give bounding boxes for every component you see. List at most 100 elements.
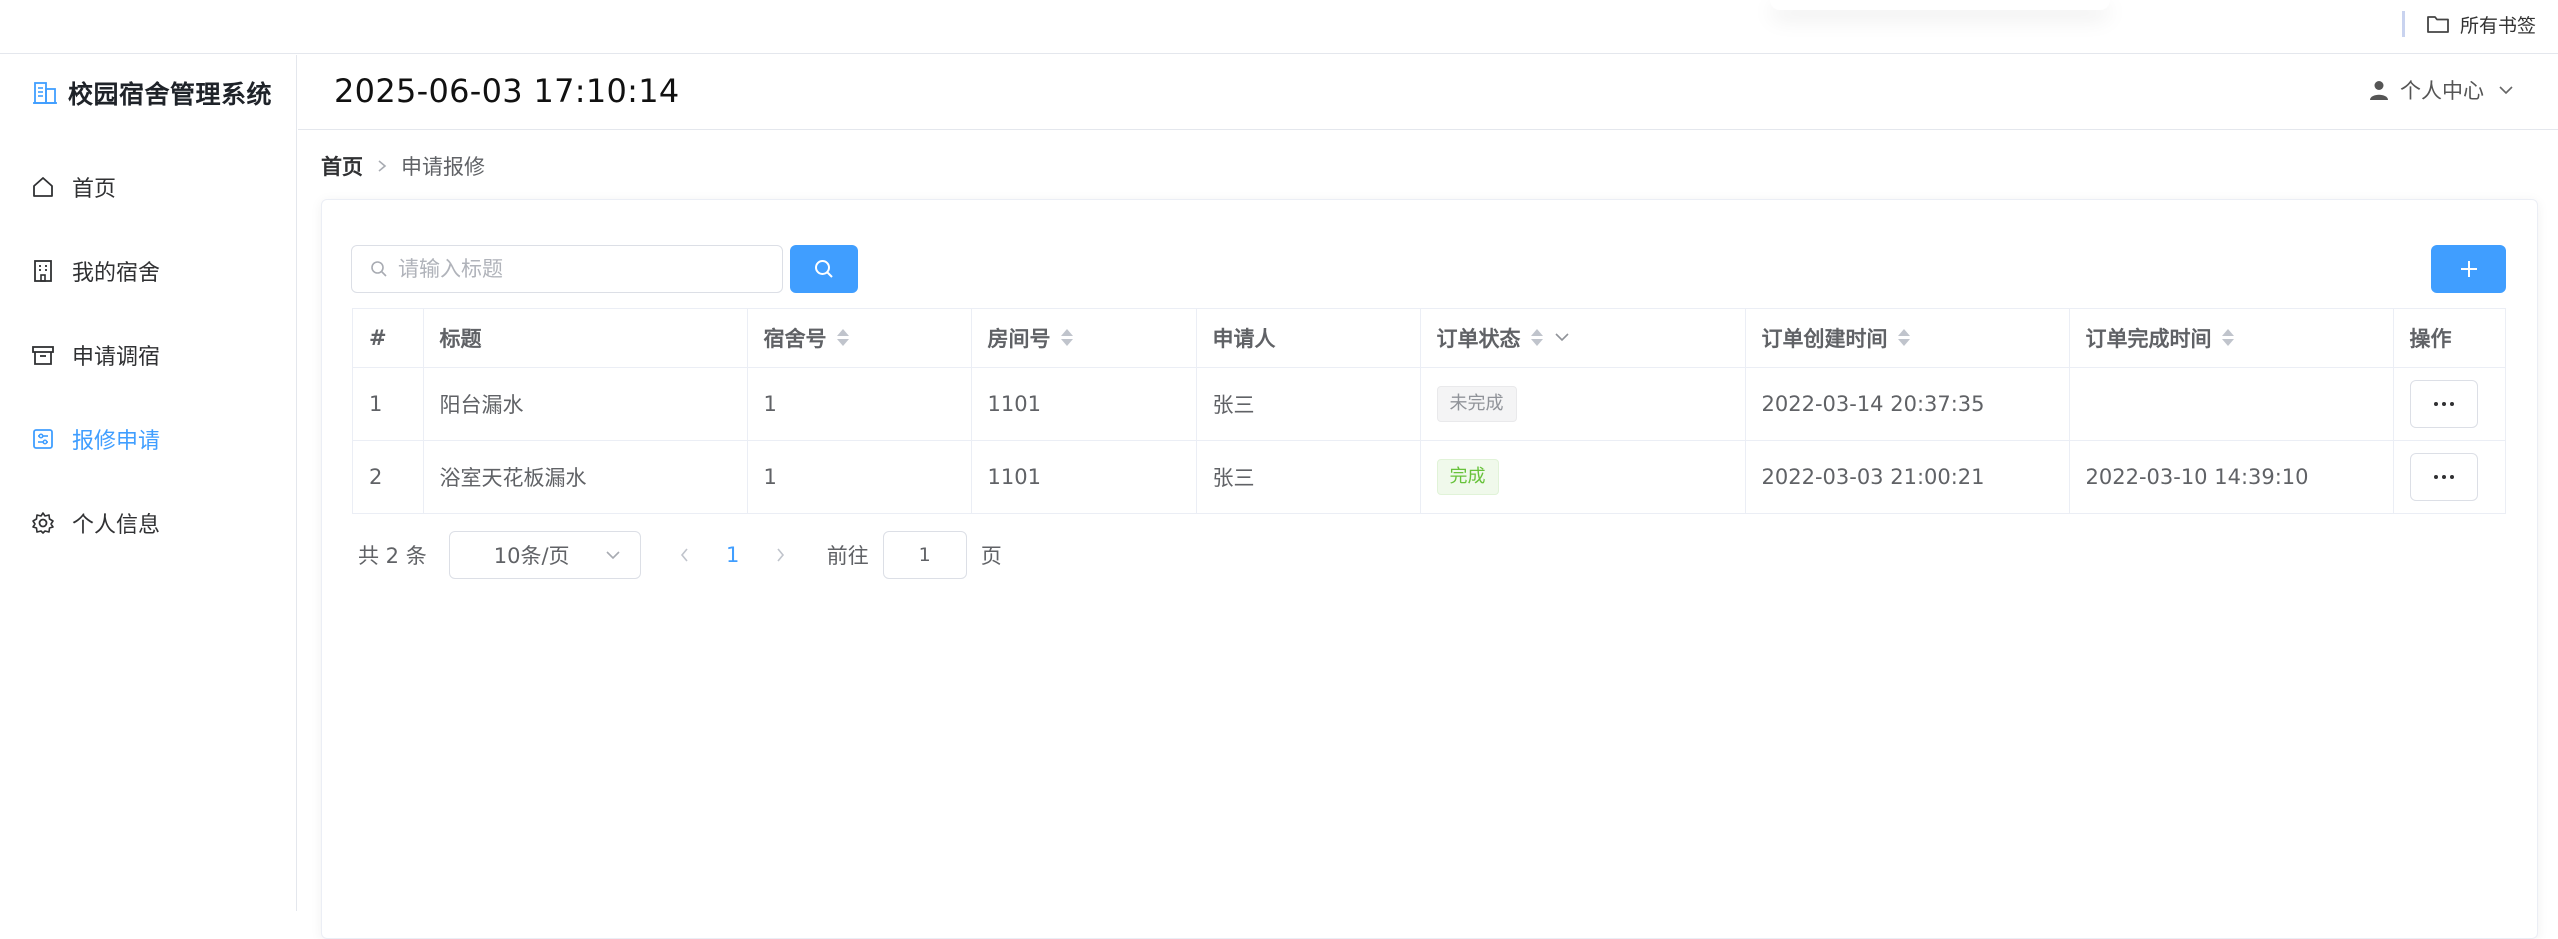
top-header: 2025-06-03 17:10:14 个人中心 (298, 55, 2558, 130)
column-header-label: 订单创建时间 (1761, 326, 1888, 351)
column-header-status[interactable]: 订单状态 (1420, 309, 1746, 368)
sort-icon[interactable] (2221, 329, 2234, 347)
cell-actions (2393, 367, 2505, 441)
sort-icon[interactable] (1060, 329, 1073, 347)
table-row: 1 阳台漏水 1 1101 张三 未完成 2022-03-14 20:37:35 (353, 367, 2505, 441)
column-header-applicant: 申请人 (1196, 309, 1421, 368)
cell-status: 完成 (1420, 440, 1746, 513)
cell-index: 1 (353, 367, 424, 441)
filter-chevron-down-icon[interactable] (1554, 333, 1569, 342)
table-header-row: # 标题 宿舍号 房间号 申请人 订单状态 订单创建时间 订单完成时间 操作 (353, 309, 2505, 368)
app-title: 校园宿舍管理系统 (68, 80, 273, 109)
sidebar-item-label: 首页 (72, 177, 117, 202)
page-size-select[interactable]: 10条/页 (448, 531, 641, 579)
search-input[interactable] (398, 257, 778, 281)
more-actions-button[interactable] (2409, 379, 2478, 428)
cell-finished (2069, 367, 2394, 441)
breadcrumb-home[interactable]: 首页 (321, 151, 363, 181)
tab-shadow (1770, 0, 2110, 10)
breadcrumb: 首页 申请报修 (321, 151, 485, 181)
sidebar-item-my-dorm[interactable]: 我的宿舍 (0, 229, 296, 313)
sort-icon[interactable] (1530, 329, 1543, 347)
sidebar-item-label: 申请调宿 (72, 345, 161, 370)
ellipsis-icon (2433, 401, 2438, 406)
column-header-actions: 操作 (2393, 309, 2505, 368)
cell-title: 浴室天花板漏水 (423, 440, 748, 513)
gear-icon (30, 510, 56, 536)
column-header-label: 宿舍号 (763, 326, 827, 351)
cell-room: 1101 (971, 440, 1197, 513)
column-header-title: 标题 (423, 309, 748, 368)
repair-table: # 标题 宿舍号 房间号 申请人 订单状态 订单创建时间 订单完成时间 操作 1… (352, 308, 2506, 514)
browser-bookmark-bar: 所有书签 (0, 0, 2558, 54)
cell-created: 2022-03-03 21:00:21 (1745, 440, 2070, 513)
sort-icon[interactable] (1897, 329, 1910, 347)
prev-page-button[interactable] (661, 548, 709, 562)
search-icon (815, 260, 833, 278)
add-button[interactable] (2431, 245, 2506, 293)
cell-title: 阳台漏水 (423, 367, 748, 441)
building-logo-icon (33, 82, 57, 104)
search-icon (371, 261, 387, 277)
sidebar-menu: 首页 我的宿舍 申请调宿 报修申请 个人信息 (0, 145, 296, 565)
column-header-finished[interactable]: 订单完成时间 (2069, 309, 2394, 368)
bookmark-separator (2402, 11, 2405, 37)
goto-page-input[interactable] (882, 531, 967, 579)
chevron-down-icon (606, 550, 620, 559)
pagination: 共 2 条 10条/页 1 前往 页 (358, 531, 1002, 579)
brand: 校园宿舍管理系统 (32, 75, 272, 111)
table-row: 2 浴室天花板漏水 1 1101 张三 完成 2022-03-03 21:00:… (353, 440, 2505, 513)
all-bookmarks-button[interactable]: 所有书签 (2426, 10, 2536, 38)
cell-actions (2393, 440, 2505, 513)
cell-status: 未完成 (1420, 367, 1746, 441)
sort-icon[interactable] (836, 329, 849, 347)
goto-label: 前往 (826, 544, 869, 568)
page-size-value: 10条/页 (493, 544, 570, 568)
page-number[interactable]: 1 (709, 543, 757, 567)
chevron-right-icon (377, 159, 387, 173)
ellipsis-icon (2433, 474, 2438, 479)
status-badge: 完成 (1436, 458, 1499, 495)
all-bookmarks-label: 所有书签 (2460, 14, 2537, 37)
next-page-button[interactable] (757, 548, 805, 562)
building-icon (30, 258, 56, 284)
cell-applicant: 张三 (1196, 440, 1421, 513)
current-datetime: 2025-06-03 17:10:14 (334, 72, 680, 110)
cell-finished: 2022-03-10 14:39:10 (2069, 440, 2394, 513)
search-button[interactable] (790, 245, 858, 293)
status-badge: 未完成 (1436, 385, 1517, 422)
cell-index: 2 (353, 440, 424, 513)
column-header-created[interactable]: 订单创建时间 (1745, 309, 2070, 368)
column-header-label: 订单状态 (1436, 326, 1521, 351)
sidebar-item-home[interactable]: 首页 (0, 145, 296, 229)
home-icon (30, 174, 56, 200)
cell-room: 1101 (971, 367, 1197, 441)
column-header-label: 订单完成时间 (2085, 326, 2212, 351)
user-center-label: 个人中心 (2400, 79, 2484, 103)
chevron-right-icon (777, 548, 785, 562)
user-center-dropdown[interactable]: 个人中心 (2368, 75, 2514, 105)
sidebar-item-profile[interactable]: 个人信息 (0, 481, 296, 565)
page-suffix: 页 (980, 544, 1002, 568)
sidebar-item-label: 个人信息 (72, 513, 161, 538)
cell-created: 2022-03-14 20:37:35 (1745, 367, 2070, 441)
column-header-label: 房间号 (987, 326, 1051, 351)
sidebar-item-repair[interactable]: 报修申请 (0, 397, 296, 481)
repair-icon (30, 426, 56, 452)
chevron-down-icon (2499, 86, 2513, 95)
more-actions-button[interactable] (2409, 452, 2478, 501)
folder-icon (2427, 16, 2449, 33)
sidebar: 校园宿舍管理系统 首页 我的宿舍 申请调宿 报修申请 个人信息 (0, 55, 297, 911)
column-header-index: # (353, 309, 424, 368)
breadcrumb-current: 申请报修 (401, 155, 485, 179)
sidebar-item-transfer[interactable]: 申请调宿 (0, 313, 296, 397)
pagination-total: 共 2 条 (358, 544, 427, 568)
box-icon (30, 342, 56, 368)
column-header-room[interactable]: 房间号 (971, 309, 1197, 368)
column-header-dorm[interactable]: 宿舍号 (747, 309, 972, 368)
search-field[interactable] (351, 245, 783, 293)
plus-icon (2460, 261, 2477, 277)
cell-applicant: 张三 (1196, 367, 1421, 441)
sidebar-item-label: 报修申请 (72, 429, 161, 454)
cell-dorm: 1 (747, 440, 972, 513)
